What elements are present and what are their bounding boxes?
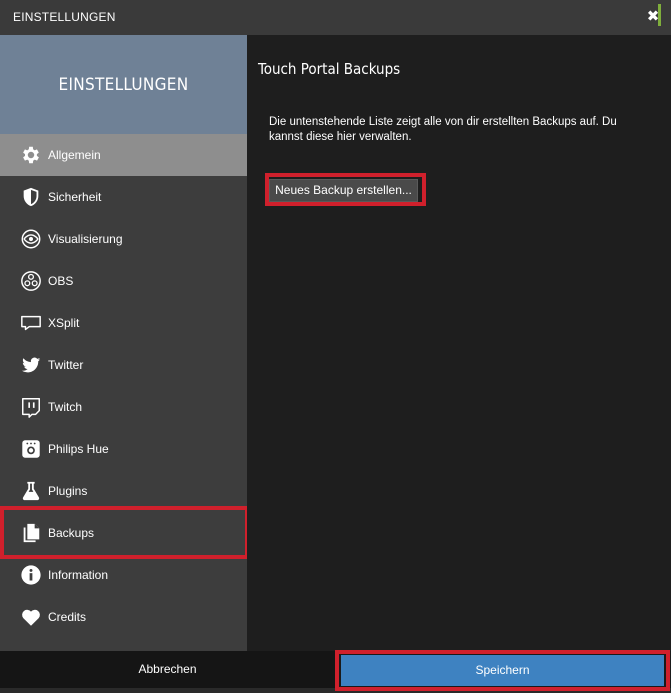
- sidebar-item-label: XSplit: [48, 316, 80, 330]
- settings-sidebar: EINSTELLUNGEN Allgemein Sicherheit Visua…: [0, 35, 247, 651]
- sidebar-item-label: Credits: [48, 610, 87, 624]
- cancel-button[interactable]: Abbrechen: [0, 651, 335, 688]
- twitch-icon: [20, 396, 42, 418]
- hue-bridge-icon: [20, 438, 42, 460]
- info-icon: [20, 564, 42, 586]
- shield-icon: [20, 186, 42, 208]
- new-backup-button[interactable]: Neues Backup erstellen...: [269, 179, 418, 202]
- sidebar-title: EINSTELLUNGEN: [58, 75, 189, 95]
- sidebar-item-plugins[interactable]: Plugins: [0, 470, 247, 512]
- footer-divider: [0, 688, 671, 693]
- sidebar-item-philips-hue[interactable]: Philips Hue: [0, 428, 247, 470]
- sidebar-item-label: Sicherheit: [48, 190, 102, 204]
- sidebar-item-twitter[interactable]: Twitter: [0, 344, 247, 386]
- gear-icon: [20, 144, 42, 166]
- sidebar-item-label: Philips Hue: [48, 442, 109, 456]
- page-description: Die untenstehende Liste zeigt alle von d…: [269, 116, 617, 143]
- window-title: EINSTELLUNGEN: [13, 10, 116, 24]
- sidebar-item-obs[interactable]: OBS: [0, 260, 247, 302]
- sidebar-item-twitch[interactable]: Twitch: [0, 386, 247, 428]
- sidebar-item-label: Information: [48, 568, 109, 582]
- sidebar-item-label: OBS: [48, 274, 74, 288]
- sidebar-item-xsplit[interactable]: XSplit: [0, 302, 247, 344]
- footer-bar: Abbrechen Speichern: [0, 651, 671, 693]
- documents-icon: [20, 522, 42, 544]
- sidebar-item-backups[interactable]: Backups: [0, 512, 247, 554]
- sidebar-item-label: Allgemein: [48, 148, 101, 162]
- sidebar-item-label: Twitter: [48, 358, 84, 372]
- sidebar-item-visualisierung[interactable]: Visualisierung: [0, 218, 247, 260]
- twitter-icon: [20, 354, 42, 376]
- main-panel: Touch Portal Backups Die untenstehende L…: [247, 35, 671, 651]
- sidebar-item-allgemein[interactable]: Allgemein: [0, 134, 247, 176]
- title-bar: EINSTELLUNGEN ✖: [0, 0, 671, 35]
- page-title: Touch Portal Backups: [258, 60, 401, 78]
- obs-icon: [20, 270, 42, 292]
- sidebar-header: EINSTELLUNGEN: [0, 35, 247, 134]
- xsplit-icon: [20, 312, 42, 334]
- flask-icon: [20, 480, 42, 502]
- heart-icon: [20, 606, 42, 628]
- close-icon[interactable]: ✖: [645, 9, 661, 25]
- eye-icon: [20, 228, 42, 250]
- save-button[interactable]: Speichern: [341, 655, 664, 686]
- sidebar-item-label: Plugins: [48, 484, 88, 498]
- sidebar-item-information[interactable]: Information: [0, 554, 247, 596]
- sidebar-item-label: Backups: [48, 526, 95, 540]
- sidebar-item-label: Visualisierung: [48, 232, 123, 246]
- sidebar-item-label: Twitch: [48, 400, 83, 414]
- sidebar-item-sicherheit[interactable]: Sicherheit: [0, 176, 247, 218]
- sidebar-item-credits[interactable]: Credits: [0, 596, 247, 638]
